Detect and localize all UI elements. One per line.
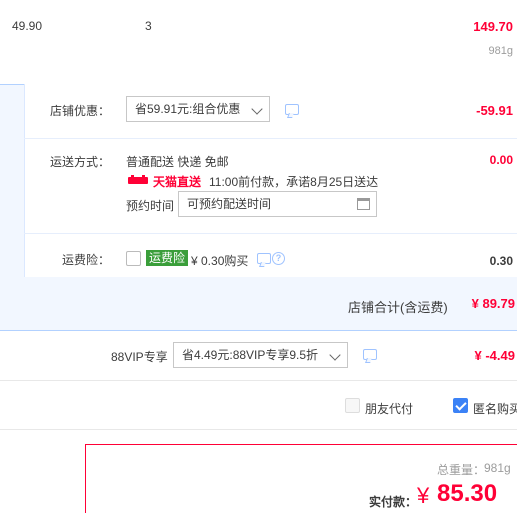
- unit-price: 49.90: [12, 19, 43, 33]
- chat-icon[interactable]: [257, 253, 271, 264]
- divider: [0, 380, 517, 381]
- pay-amount: 85.30: [437, 480, 498, 507]
- vip-discount-select-value: 省4.49元:88VIP专享9.5折: [182, 348, 319, 362]
- tmall-direct-label: 天猫直送: [153, 175, 202, 189]
- chevron-down-icon: [251, 103, 263, 115]
- pay-label: 实付款：: [369, 495, 418, 509]
- insurance-price: ¥ 0.30购买: [191, 254, 249, 268]
- delivery-promise: 11:00前付款，承诺8月25日送达: [209, 175, 379, 189]
- item-weight: 981g: [488, 45, 513, 57]
- insurance-label: 运费险：: [62, 253, 111, 267]
- calendar-icon: [357, 198, 370, 210]
- subtotal: 149.70: [473, 19, 513, 34]
- chat-icon[interactable]: [285, 104, 299, 115]
- vip-label: 88VIP专享: [111, 350, 168, 364]
- shop-total-label: 店铺合计(含运费): [348, 300, 448, 315]
- divider: [24, 233, 517, 234]
- shop-discount-select[interactable]: 省59.91元:组合优惠: [126, 96, 270, 122]
- schedule-label: 预约时间: [126, 199, 175, 213]
- quantity: 3: [145, 19, 152, 33]
- tmall-icon: [128, 175, 148, 184]
- pay-currency: ¥: [417, 483, 430, 508]
- shop-total-value: ¥ 89.79: [471, 296, 515, 311]
- vip-discount-select[interactable]: 省4.49元:88VIP专享9.5折: [173, 342, 348, 368]
- insurance-badge: 运费险: [146, 250, 189, 266]
- vip-discount-amount: ¥ -4.49: [474, 348, 515, 363]
- shop-discount-amount: -59.91: [476, 103, 513, 118]
- total-weight-value: 981g: [484, 461, 511, 475]
- schedule-time-placeholder: 可预约配送时间: [187, 197, 272, 211]
- chat-icon[interactable]: [363, 349, 377, 360]
- chevron-down-icon: [329, 349, 341, 361]
- friend-pay-label[interactable]: 朋友代付: [365, 400, 413, 417]
- shipping-methods: 普通配送 快递 免邮: [126, 155, 229, 169]
- shipping-fee: 0.00: [489, 153, 513, 167]
- insurance-fee: 0.30: [489, 254, 513, 268]
- schedule-time-input[interactable]: 可预约配送时间: [178, 191, 377, 217]
- anonymous-purchase-label[interactable]: 匿名购买: [473, 400, 517, 417]
- help-icon[interactable]: ?: [272, 252, 285, 265]
- insurance-checkbox[interactable]: [126, 251, 141, 266]
- shop-discount-select-value: 省59.91元:组合优惠: [135, 102, 241, 116]
- divider: [24, 138, 517, 139]
- shipping-label: 运送方式：: [50, 155, 111, 169]
- shop-discount-label: 店铺优惠：: [50, 104, 111, 118]
- total-weight-label: 总重量：: [437, 463, 486, 477]
- friend-pay-checkbox[interactable]: [345, 398, 360, 413]
- item-row: 49.90 3 149.70 981g: [0, 0, 517, 84]
- anonymous-purchase-checkbox[interactable]: [453, 398, 468, 413]
- divider: [0, 429, 517, 430]
